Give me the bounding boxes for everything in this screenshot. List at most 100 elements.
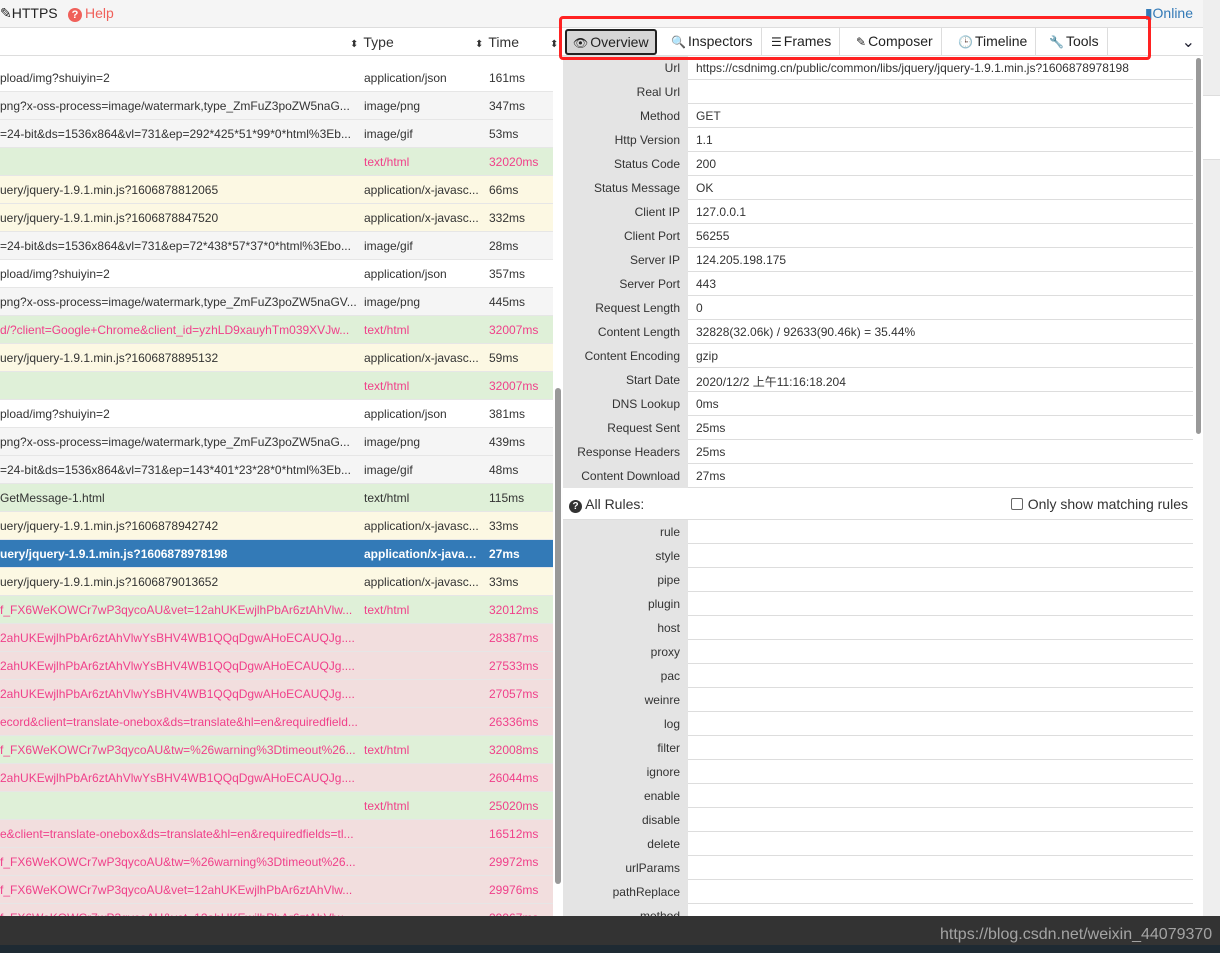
rule-row[interactable]: urlParams [563, 856, 1193, 880]
request-time: 32008ms [489, 743, 539, 757]
list-scrollbar[interactable] [555, 388, 561, 884]
request-time: 27533ms [489, 659, 539, 673]
list-icon: ☰ [771, 35, 782, 49]
online-status[interactable]: ▮Online [1145, 5, 1193, 22]
request-url: uery/jquery-1.9.1.min.js?1606878942742 [0, 519, 219, 533]
table-row[interactable]: png?x-oss-process=image/watermark,type_Z… [0, 92, 553, 120]
table-row[interactable]: uery/jquery-1.9.1.min.js?1606878978198 ap… [0, 540, 553, 568]
table-row[interactable]: pload/img?shuiyin=2 application/json 161ms [0, 64, 553, 92]
rule-row[interactable]: weinre [563, 688, 1193, 712]
table-row[interactable]: text/html 25020ms [0, 792, 553, 820]
table-row[interactable]: uery/jquery-1.9.1.min.js?1606878942742 ap… [0, 512, 553, 540]
request-time: 347ms [489, 99, 526, 113]
chevron-down-icon[interactable]: ⌄ [1182, 32, 1195, 52]
rule-label: host [563, 616, 688, 640]
table-row[interactable]: text/html 32007ms [0, 372, 553, 400]
request-url: =24-bit&ds=1536x864&vl=731&ep=72*438*57*… [0, 239, 351, 253]
tab-inspectors[interactable]: 🔍 Inspectors [663, 28, 762, 56]
table-row[interactable]: text/html 32020ms [0, 148, 553, 176]
table-row[interactable]: ecord&client=translate-onebox&ds=transla… [0, 708, 553, 736]
rules-header: ? All Rules: Only show matching rules [563, 488, 1193, 520]
request-url: d/?client=Google+Chrome&client_id=yzhLD9… [0, 323, 350, 337]
request-url: 2ahUKEwjlhPbAr6ztAhVlwYsBHV4WB1QQqDgwAHo… [0, 659, 355, 673]
table-row[interactable]: pload/img?shuiyin=2 application/json 357ms [0, 260, 553, 288]
rule-row[interactable]: filter [563, 736, 1193, 760]
only-matching-checkbox[interactable]: Only show matching rules [1010, 496, 1188, 512]
wrench-icon: 🔧 [1049, 35, 1064, 49]
request-type: application/json [364, 267, 447, 281]
table-row[interactable]: f_FX6WeKOWCr7wP3qycoAU&vet=12ahUKEwjlhPb… [0, 596, 553, 624]
request-time: 59ms [489, 351, 519, 365]
table-row[interactable]: =24-bit&ds=1536x864&vl=731&ep=143*401*23… [0, 456, 553, 484]
overview-row: Server Port 443 [563, 272, 1193, 296]
table-row[interactable]: d/?client=Google+Chrome&client_id=yzhLD9… [0, 316, 553, 344]
rule-row[interactable]: log [563, 712, 1193, 736]
request-type: image/png [364, 295, 421, 309]
table-row[interactable]: GetMessage-1.html text/html 115ms [0, 484, 553, 512]
table-row[interactable]: pload/img?shuiyin=2 application/json 381ms [0, 400, 553, 428]
table-row[interactable]: f_FX6WeKOWCr7wP3qycoAU&vet=12ahUKEwjlhPb… [0, 876, 553, 904]
sort-icon[interactable]: ⬍ [550, 34, 563, 50]
table-row[interactable]: =24-bit&ds=1536x864&vl=731&ep=292*425*51… [0, 120, 553, 148]
request-time: 26044ms [489, 771, 539, 785]
table-row[interactable]: 2ahUKEwjlhPbAr6ztAhVlwYsBHV4WB1QQqDgwAHo… [0, 624, 553, 652]
rule-label: pac [563, 664, 688, 688]
rule-label: plugin [563, 592, 688, 616]
field-value: 27ms [696, 469, 726, 483]
tab-composer[interactable]: ✎ Composer [848, 28, 942, 56]
rule-label: ignore [563, 760, 688, 784]
rule-row[interactable]: rule [563, 520, 1193, 544]
request-time: 332ms [489, 211, 526, 225]
overview-row: Response Headers 25ms [563, 440, 1193, 464]
rule-row[interactable]: enable [563, 784, 1193, 808]
table-row[interactable]: =24-bit&ds=1536x864&vl=731&ep=72*438*57*… [0, 232, 553, 260]
rule-row[interactable]: ignore [563, 760, 1193, 784]
field-value: 0ms [696, 397, 719, 411]
request-time: 115ms [489, 491, 525, 505]
request-type: application/json [364, 71, 447, 85]
column-type[interactable]: ⬍ Type [350, 34, 394, 50]
tab-timeline[interactable]: 🕒 Timeline [950, 28, 1037, 56]
request-type: text/html [364, 323, 410, 337]
https-menu[interactable]: ✎HTTPS [0, 5, 58, 22]
rule-row[interactable]: disable [563, 808, 1193, 832]
request-time: 381ms [489, 407, 526, 421]
request-url: pload/img?shuiyin=2 [0, 407, 110, 421]
request-time: 32020ms [489, 155, 539, 169]
field-value: 127.0.0.1 [696, 205, 747, 219]
rule-row[interactable]: pac [563, 664, 1193, 688]
table-row[interactable]: f_FX6WeKOWCr7wP3qycoAU&tw=%26warning%3Dt… [0, 736, 553, 764]
tab-overview[interactable]: 👁 Overview [565, 29, 657, 55]
help-menu[interactable]: ? Help [68, 5, 114, 22]
tab-tools[interactable]: 🔧 Tools [1041, 28, 1108, 56]
request-url: uery/jquery-1.9.1.min.js?1606878895132 [0, 351, 219, 365]
tab-frames[interactable]: ☰ Frames [763, 28, 841, 56]
rule-row[interactable]: delete [563, 832, 1193, 856]
overview-row: Content Encoding gzip [563, 344, 1193, 368]
table-row[interactable]: uery/jquery-1.9.1.min.js?1606878847520 ap… [0, 204, 553, 232]
rule-row[interactable]: host [563, 616, 1193, 640]
rule-label: filter [563, 736, 688, 760]
column-time[interactable]: ⬍ Time [475, 34, 519, 50]
rule-row[interactable]: pathReplace [563, 880, 1193, 904]
rule-row[interactable]: pipe [563, 568, 1193, 592]
request-time: 32012ms [489, 603, 539, 617]
table-row[interactable]: 2ahUKEwjlhPbAr6ztAhVlwYsBHV4WB1QQqDgwAHo… [0, 764, 553, 792]
rule-row[interactable]: plugin [563, 592, 1193, 616]
table-row[interactable]: 2ahUKEwjlhPbAr6ztAhVlwYsBHV4WB1QQqDgwAHo… [0, 680, 553, 708]
table-row[interactable]: f_FX6WeKOWCr7wP3qycoAU&tw=%26warning%3Dt… [0, 848, 553, 876]
request-type: image/gif [364, 239, 413, 253]
table-row[interactable]: e&client=translate-onebox&ds=translate&h… [0, 820, 553, 848]
table-row[interactable]: png?x-oss-process=image/watermark,type_Z… [0, 288, 553, 316]
table-row[interactable]: png?x-oss-process=image/watermark,type_Z… [0, 428, 553, 456]
request-time: 66ms [489, 183, 519, 197]
rule-row[interactable]: style [563, 544, 1193, 568]
table-row[interactable]: uery/jquery-1.9.1.min.js?1606878895132 ap… [0, 344, 553, 372]
table-row[interactable]: uery/jquery-1.9.1.min.js?1606878812065 ap… [0, 176, 553, 204]
detail-scrollbar[interactable] [1196, 58, 1201, 434]
rule-row[interactable]: proxy [563, 640, 1193, 664]
request-url: 2ahUKEwjlhPbAr6ztAhVlwYsBHV4WB1QQqDgwAHo… [0, 687, 355, 701]
table-row[interactable]: 2ahUKEwjlhPbAr6ztAhVlwYsBHV4WB1QQqDgwAHo… [0, 652, 553, 680]
field-label: Content Length [563, 320, 688, 344]
table-row[interactable]: uery/jquery-1.9.1.min.js?1606879013652 ap… [0, 568, 553, 596]
